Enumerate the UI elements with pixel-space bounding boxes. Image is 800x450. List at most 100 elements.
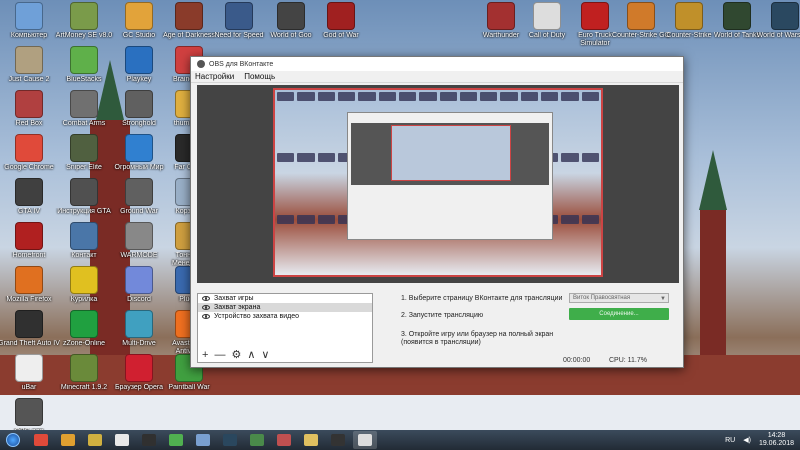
taskbar-folder-button[interactable]: [299, 431, 323, 449]
desktop-icon[interactable]: Google Chrome: [0, 134, 60, 180]
source-item-game-capture[interactable]: Захват игры: [198, 294, 372, 303]
eye-icon[interactable]: [202, 305, 210, 310]
app-icon: [70, 90, 98, 118]
source-item-video-capture[interactable]: Устройство захвата видео: [198, 312, 372, 321]
torrent-icon: [169, 434, 183, 446]
taskbar-obs-button[interactable]: [353, 431, 377, 449]
obs-window[interactable]: OBS для ВКонтакте Настройки Помощь Захва…: [190, 56, 684, 368]
menu-bar: Настройки Помощь: [191, 71, 683, 83]
app-icon: [125, 310, 153, 338]
desktop-icon[interactable]: Homefront: [0, 222, 60, 268]
app-icon: [15, 178, 43, 206]
taskbar-record-button[interactable]: [326, 431, 350, 449]
app-icon: [15, 2, 43, 30]
desktop-icon[interactable]: zZone-Online: [53, 310, 115, 356]
app-icon: [723, 2, 751, 30]
desktop-icon-label: God of War: [323, 32, 359, 39]
desktop-icon[interactable]: BlueStacks: [53, 46, 115, 92]
clock[interactable]: 14:28 19.06.2018: [759, 432, 794, 448]
steam-icon: [223, 434, 237, 446]
desktop-icon-label: Minecraft 1.9.2: [60, 384, 108, 391]
obs-icon: [358, 434, 372, 446]
app-icon: [70, 46, 98, 74]
folder-icon: [304, 434, 318, 446]
desktop-icon[interactable]: Combat Arms: [53, 90, 115, 136]
window-titlebar[interactable]: OBS для ВКонтакте: [191, 57, 683, 71]
step3-text: 3. Откройте игру или браузер на полный э…: [401, 331, 554, 338]
desktop-icon[interactable]: Курилка: [53, 266, 115, 312]
desktop-icon[interactable]: GTA IV: [0, 178, 60, 224]
status-bar: 00:00:00 CPU: 11.7%: [191, 355, 683, 367]
eye-icon[interactable]: [202, 296, 210, 301]
app-icon: [225, 2, 253, 30]
desktop-icon[interactable]: God of War: [310, 2, 372, 48]
app-icon: [70, 266, 98, 294]
cubes-icon: [277, 434, 291, 446]
volume-icon[interactable]: ◀): [743, 436, 751, 444]
app-icon: [70, 178, 98, 206]
obs-logo-icon: [197, 60, 205, 68]
desktop-icon[interactable]: Инструкция GTA: [53, 178, 115, 224]
source-item-screen-capture[interactable]: Захват экрана: [198, 303, 372, 312]
taskbar-nox-button[interactable]: [245, 431, 269, 449]
app-icon: [277, 2, 305, 30]
desktop-icon[interactable]: uBar: [0, 354, 60, 400]
app-icon: [627, 2, 655, 30]
stream-preview: [197, 85, 679, 283]
app-icon: [15, 90, 43, 118]
source-label: Устройство захвата видео: [214, 313, 300, 320]
app-icon: [15, 266, 43, 294]
desktop-icon[interactable]: Контакт: [53, 222, 115, 268]
clock-time: 14:28: [767, 432, 786, 439]
desktop-icon[interactable]: Just Cause 2: [0, 46, 60, 92]
chrome-icon: [34, 434, 48, 446]
app-icon: [15, 310, 43, 338]
taskbar-terminal-button[interactable]: [137, 431, 161, 449]
app-icon: [70, 222, 98, 250]
desktop-icon[interactable]: Minecraft 1.9.2: [53, 354, 115, 400]
app-icon: [175, 2, 203, 30]
app-icon: [125, 266, 153, 294]
eye-icon[interactable]: [202, 314, 210, 319]
app-icon: [70, 134, 98, 162]
mail-icon: [196, 434, 210, 446]
taskbar-chrome-button[interactable]: [29, 431, 53, 449]
taskbar-notepad-button[interactable]: [110, 431, 134, 449]
notepad-icon: [115, 434, 129, 446]
chevron-down-icon: ▼: [660, 296, 666, 302]
source-label: Захват игры: [214, 295, 254, 302]
desktop-icon[interactable]: Компьютер: [0, 2, 60, 48]
menu-item-settings[interactable]: Настройки: [195, 72, 234, 81]
taskbar-mail-button[interactable]: [191, 431, 215, 449]
desktop-icon[interactable]: Red Box: [0, 90, 60, 136]
vk-page-select[interactable]: Виток Правосвятная ▼: [569, 293, 669, 303]
app-icon: [327, 2, 355, 30]
taskbar-archive-button[interactable]: [83, 431, 107, 449]
app-icon: [487, 2, 515, 30]
menu-item-help[interactable]: Помощь: [244, 72, 275, 81]
desktop-icon[interactable]: ArtMoney SE v8.0: [53, 2, 115, 48]
select-value: Виток Правосвятная: [573, 295, 631, 301]
language-indicator[interactable]: RU: [725, 437, 735, 444]
desktop-icon-label: World of Warships: [756, 32, 800, 39]
start-stream-button[interactable]: Соединение...: [569, 308, 669, 320]
start-button[interactable]: [0, 430, 26, 450]
desktop-icon[interactable]: World of Warships: [754, 2, 800, 48]
taskbar-apps: [26, 431, 377, 449]
app-icon: [125, 2, 153, 30]
taskbar-steam-button[interactable]: [218, 431, 242, 449]
sources-list[interactable]: Захват игры Захват экрана Устройство зах…: [197, 293, 373, 363]
desktop-icon[interactable]: Grand Theft Auto IV: [0, 310, 60, 356]
taskbar-cubes-button[interactable]: [272, 431, 296, 449]
desktop-icon[interactable]: Sniper Elite: [53, 134, 115, 180]
source-label: Захват экрана: [214, 304, 261, 311]
terminal-icon: [142, 434, 156, 446]
taskbar-media-player-button[interactable]: [56, 431, 80, 449]
app-icon: [125, 134, 153, 162]
app-icon: [70, 354, 98, 382]
taskbar-torrent-button[interactable]: [164, 431, 188, 449]
nested-obs-window: [347, 112, 553, 240]
app-icon: [125, 46, 153, 74]
window-title: OBS для ВКонтакте: [209, 60, 274, 68]
desktop-icon[interactable]: Mozilla Firefox: [0, 266, 60, 312]
